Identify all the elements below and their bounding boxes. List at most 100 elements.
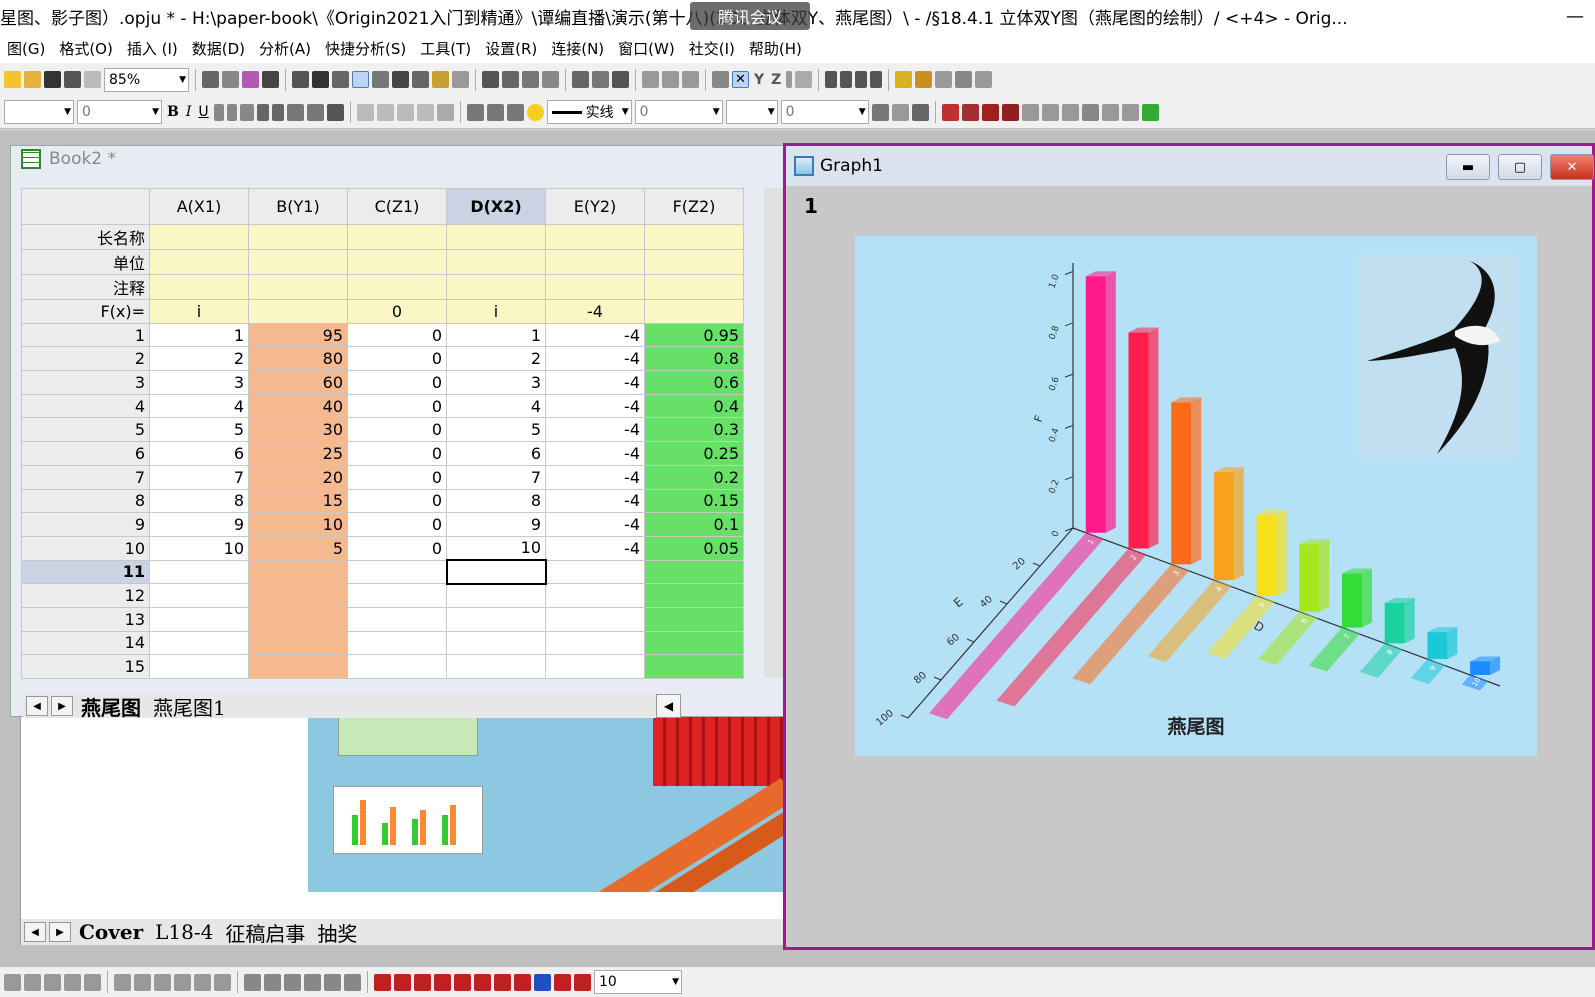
meta-row-label[interactable]: 单位	[21, 249, 150, 275]
box-tool-icon[interactable]	[194, 973, 211, 991]
wrap-text-icon[interactable]	[396, 103, 414, 121]
histogram-icon[interactable]	[612, 71, 629, 88]
copy-page-icon[interactable]	[222, 71, 239, 88]
axis-red-6-icon[interactable]	[474, 973, 491, 991]
column-chart-icon[interactable]	[592, 71, 609, 88]
row-header[interactable]: 7	[21, 464, 150, 490]
meta-cell[interactable]	[149, 274, 249, 300]
flip-icon[interactable]	[1101, 103, 1119, 121]
merge-cells-icon[interactable]	[356, 103, 374, 121]
data-cell[interactable]: 0	[347, 346, 447, 372]
code-builder-icon[interactable]	[412, 71, 429, 88]
data-cell[interactable]	[545, 583, 645, 608]
new-project-icon[interactable]	[4, 71, 21, 88]
menu-item-4[interactable]: 分析(A)	[252, 38, 318, 59]
menu-item-0[interactable]: 图(G)	[0, 38, 52, 59]
data-cell[interactable]: 0.25	[644, 441, 744, 466]
meta-row-label[interactable]: F(x)=	[21, 299, 150, 324]
data-reader-icon[interactable]	[372, 71, 389, 88]
meta-row-label[interactable]: 注释	[21, 274, 150, 300]
new-workbook-icon[interactable]	[262, 71, 279, 88]
data-cell[interactable]: 9	[446, 512, 546, 537]
data-cell[interactable]	[446, 606, 546, 632]
row-header[interactable]: 12	[21, 583, 150, 608]
data-cell[interactable]: -4	[545, 441, 645, 466]
arrow-tool-icon[interactable]	[64, 973, 81, 991]
data-cell[interactable]: 0.95	[644, 322, 744, 348]
axis-red-9-icon[interactable]	[554, 973, 571, 991]
data-cell[interactable]: 0	[347, 535, 447, 561]
data-cell[interactable]: 9	[149, 512, 249, 537]
data-cell[interactable]: 0.15	[644, 488, 744, 514]
data-cell[interactable]	[347, 559, 447, 585]
meta-cell[interactable]: 0	[347, 299, 447, 324]
sheet-next-icon[interactable]: ▶	[51, 696, 73, 716]
meta-cell[interactable]: i	[446, 299, 546, 324]
data-cell[interactable]	[347, 630, 447, 656]
font-color-icon[interactable]	[326, 103, 344, 121]
curve-tool-icon[interactable]	[24, 973, 41, 991]
align-icon[interactable]	[286, 103, 304, 121]
group-icon[interactable]	[981, 103, 999, 121]
meta-cell[interactable]	[446, 224, 546, 250]
data-cell[interactable]	[446, 583, 546, 608]
data-cell[interactable]	[644, 583, 744, 608]
meta-cell[interactable]	[644, 224, 744, 250]
set-column-values-icon[interactable]	[542, 71, 559, 88]
statistics-icon[interactable]	[502, 71, 519, 88]
data-cell[interactable]: -4	[545, 417, 645, 443]
data-cell[interactable]	[248, 630, 348, 656]
tab-swallowtail[interactable]: 燕尾图	[77, 692, 145, 721]
save-icon[interactable]	[44, 71, 61, 88]
open-icon[interactable]	[24, 71, 41, 88]
set-as-z-icon[interactable]: Z	[769, 72, 783, 88]
menu-item-8[interactable]: 连接(N)	[544, 38, 611, 59]
row-header[interactable]: 4	[21, 393, 150, 419]
cube-tool-icon[interactable]	[214, 973, 231, 991]
meta-cell[interactable]: -4	[545, 299, 645, 324]
extract-layers-icon[interactable]	[975, 71, 993, 88]
data-cell[interactable]: 0.4	[644, 393, 744, 419]
col-header-c[interactable]: C(Z1)	[347, 188, 447, 225]
data-cell[interactable]: 10	[446, 535, 546, 561]
data-cell[interactable]	[248, 654, 348, 679]
fit-column-icon[interactable]	[416, 103, 434, 121]
superscript-icon[interactable]	[213, 103, 224, 121]
data-cell[interactable]: 0	[347, 370, 447, 395]
fill-color-icon[interactable]	[466, 103, 484, 121]
scale-icon[interactable]	[304, 973, 321, 991]
add-column-icon[interactable]	[482, 71, 499, 88]
data-cell[interactable]: 2	[446, 346, 546, 372]
data-cell[interactable]	[248, 606, 348, 632]
bold-icon[interactable]: B	[165, 104, 181, 120]
greek-icon[interactable]	[239, 103, 254, 121]
data-cell[interactable]: 10	[149, 535, 249, 561]
row-header[interactable]: 13	[21, 606, 150, 632]
set-as-label-icon[interactable]	[795, 71, 813, 88]
reapply-filter-icon[interactable]	[682, 71, 699, 88]
rect-tool-icon[interactable]	[84, 973, 101, 991]
data-cell[interactable]: 0.6	[644, 370, 744, 395]
first-icon[interactable]	[825, 71, 838, 88]
data-cell[interactable]: 0.2	[644, 464, 744, 490]
tab-call-for-papers[interactable]: 征稿启事	[221, 918, 309, 947]
ungroup-icon[interactable]	[1001, 103, 1019, 121]
new-graph-icon[interactable]	[292, 71, 309, 88]
meta-cell[interactable]	[545, 274, 645, 300]
meta-cell[interactable]: i	[149, 299, 249, 324]
axis-red-1-icon[interactable]	[374, 973, 391, 991]
data-cell[interactable]: 95	[248, 322, 348, 348]
meta-cell[interactable]	[347, 224, 447, 250]
color-scheme-icon[interactable]	[526, 103, 544, 121]
data-cell[interactable]: -4	[545, 464, 645, 490]
object-properties-icon[interactable]	[1121, 103, 1139, 121]
filter-icon[interactable]	[642, 71, 659, 88]
data-cell[interactable]: 4	[446, 393, 546, 419]
graph-minimize-button[interactable]: ▬	[1446, 154, 1490, 180]
rotate-icon[interactable]	[1081, 103, 1099, 121]
zoom-combo[interactable]: 85% ▼	[104, 67, 189, 92]
table-icon[interactable]	[911, 103, 929, 121]
data-cell[interactable]: -4	[545, 488, 645, 514]
meta-cell[interactable]	[545, 224, 645, 250]
plot-area[interactable]: 1.0 0.8 0.6 0.4 0.2 0 F 20 40 60 80 100 E D 1 2 3 4 5 6 7 8 9 1…	[855, 236, 1537, 756]
